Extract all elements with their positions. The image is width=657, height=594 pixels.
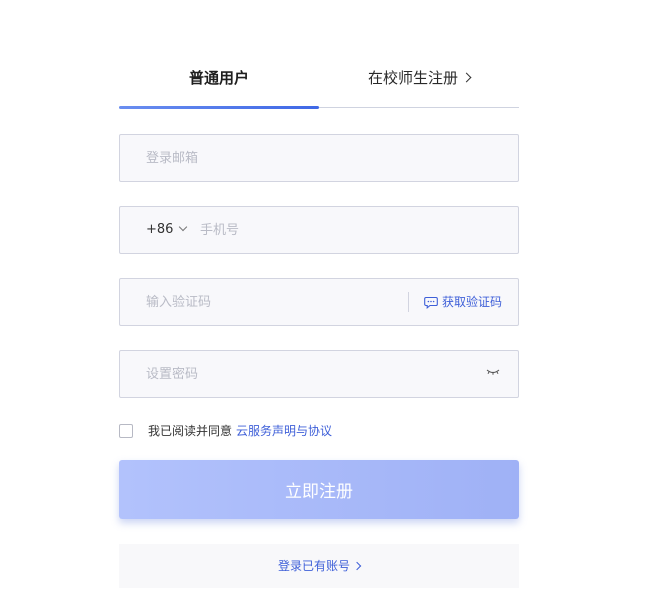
- tab-active-indicator: [119, 106, 319, 109]
- message-icon: [424, 296, 438, 309]
- chevron-right-icon: [461, 72, 472, 83]
- tab-normal-user[interactable]: 普通用户: [119, 68, 319, 88]
- tab-school-register-label: 在校师生注册: [367, 69, 458, 87]
- register-button[interactable]: 立即注册: [119, 460, 519, 519]
- chevron-right-icon: [352, 561, 362, 571]
- get-code-button[interactable]: 获取验证码: [424, 293, 502, 311]
- chevron-down-icon: [179, 222, 188, 232]
- phone-field: +86: [119, 206, 519, 254]
- phone-input[interactable]: [200, 207, 500, 253]
- tab-school-register[interactable]: 在校师生注册: [319, 68, 519, 88]
- agreement-text-wrapper: 我已阅读并同意 云服务声明与协议: [148, 423, 332, 439]
- login-existing-link[interactable]: 登录已有账号: [277, 558, 362, 574]
- login-existing-label: 登录已有账号: [277, 559, 350, 573]
- verification-code-field: 获取验证码: [119, 278, 519, 326]
- agreement-text: 我已阅读并同意: [148, 424, 233, 438]
- agreement-link[interactable]: 云服务声明与协议: [236, 424, 332, 438]
- country-code-select[interactable]: +86: [146, 221, 188, 239]
- verification-code-input[interactable]: [146, 279, 396, 325]
- login-bar: 登录已有账号: [119, 544, 519, 588]
- field-divider: [408, 292, 409, 312]
- tab-normal-user-label: 普通用户: [188, 69, 249, 87]
- eye-closed-icon[interactable]: [486, 368, 500, 377]
- country-code-value: +86: [146, 222, 174, 237]
- email-input[interactable]: [146, 135, 496, 181]
- register-tabs: 普通用户 在校师生注册: [119, 60, 519, 110]
- email-field: [119, 134, 519, 182]
- password-input[interactable]: [146, 351, 476, 397]
- password-field: [119, 350, 519, 398]
- get-code-label: 获取验证码: [442, 295, 503, 309]
- agreement-checkbox[interactable]: [119, 424, 133, 438]
